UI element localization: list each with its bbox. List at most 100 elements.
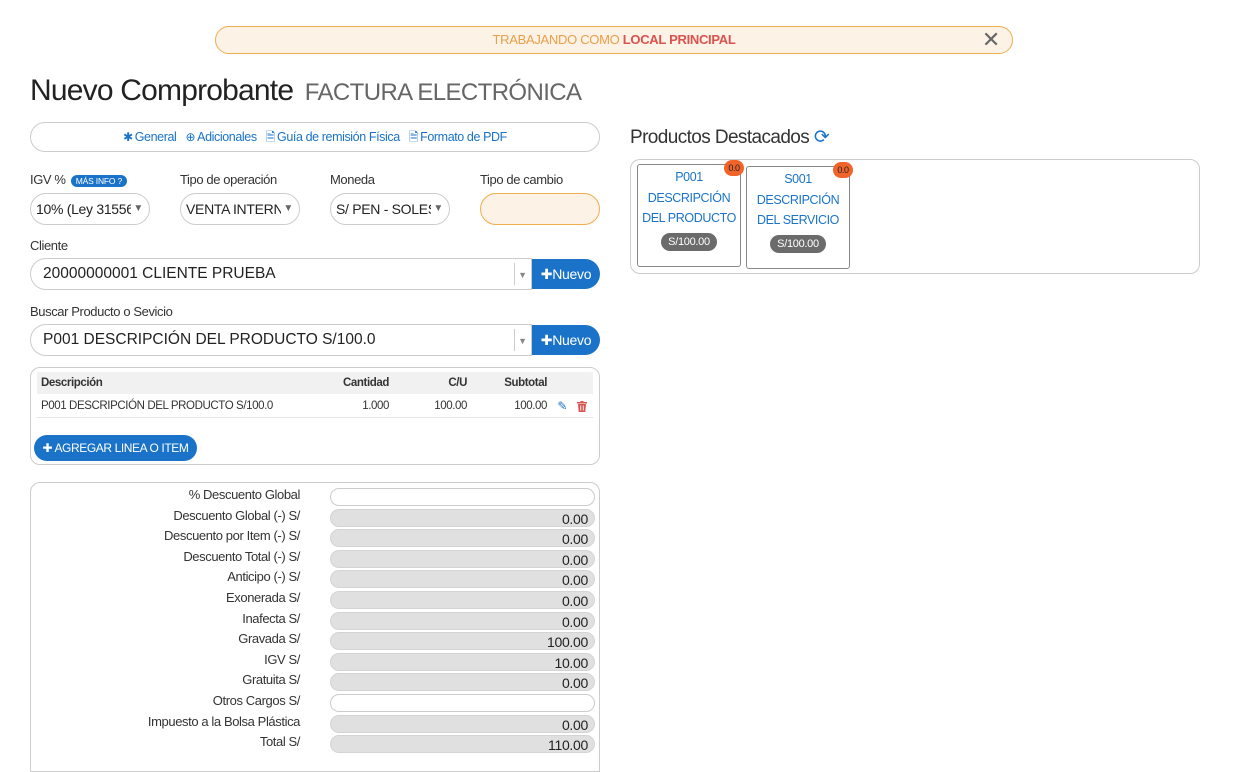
total-label: % Descuento Global <box>188 487 301 502</box>
card-desc-line2: DEL PRODUCTO <box>642 211 736 225</box>
col-cantidad: Cantidad <box>343 377 389 389</box>
tab-formato-pdf[interactable]: 🗎 Formato de PDF <box>409 130 507 144</box>
tipo-cambio-input[interactable] <box>480 193 600 225</box>
form-tabs: ✱ General ⊕ Adicionales 🗎 Guía de remisión … <box>30 122 600 152</box>
new-client-label: Nuevo <box>552 266 592 282</box>
moneda-label: Moneda <box>330 172 375 187</box>
pencil-icon[interactable]: ✎ <box>557 395 567 417</box>
igv-select[interactable]: 10% (Ley 31556) ▼ <box>30 193 150 225</box>
table-row: P001 DESCRIPCIÓN DEL PRODUCTO S/100.0 1.… <box>37 395 593 418</box>
chevron-down-icon: ▼ <box>431 194 443 224</box>
card-stock-badge: 0.0 <box>833 162 853 178</box>
combo-divider <box>514 329 515 351</box>
items-table-header: Descripción Cantidad C/U Subtotal <box>37 372 593 394</box>
total-value: 110.00 <box>330 735 595 753</box>
tab-label: General <box>134 130 177 144</box>
add-line-button[interactable]: ✚ AGREGAR LINEA O ITEM <box>34 435 197 461</box>
col-cu: C/U <box>448 377 467 389</box>
card-desc-line1: DESCRIPCIÓN <box>647 190 731 205</box>
chevron-down-icon: ▼ <box>518 336 527 346</box>
plus-icon: ✚ <box>540 332 553 348</box>
banner-prefix: TRABAJANDO COMO <box>492 32 620 47</box>
tipo-cambio-label: Tipo de cambio <box>480 172 563 187</box>
total-label: Gravada S/ <box>238 631 300 646</box>
asterisk-icon: ✱ <box>123 130 133 144</box>
card-stock-badge: 0.0 <box>724 160 744 176</box>
tab-guia-remision[interactable]: 🗎 Guía de remisión Física <box>266 130 400 144</box>
question-icon: ? <box>117 175 122 186</box>
cliente-label: Cliente <box>30 238 68 253</box>
total-label: Gratuita S/ <box>242 672 300 687</box>
mas-info-text: MÁS INFO <box>75 175 116 186</box>
total-label: Descuento Global (-) S/ <box>173 508 300 523</box>
row-subtotal: 100.00 <box>514 400 547 412</box>
chevron-down-icon: ▼ <box>131 194 143 224</box>
total-label: Exonerada S/ <box>226 590 300 605</box>
tab-label: Adicionales <box>197 130 257 144</box>
add-line-label: AGREGAR LINEA O ITEM <box>54 441 189 455</box>
cliente-combobox[interactable]: 20000000001 CLIENTE PRUEBA ▼ <box>30 258 532 290</box>
col-subtotal: Subtotal <box>504 377 547 389</box>
featured-product-card[interactable]: S001 DESCRIPCIÓN DEL SERVICIO S/100.00 0… <box>746 162 853 269</box>
plus-circle-icon: ⊕ <box>185 130 196 144</box>
total-label: Otros Cargos S/ <box>212 693 301 708</box>
document-icon: 🗎 <box>265 130 276 144</box>
row-cu: 100.00 <box>434 400 467 412</box>
total-input[interactable] <box>330 488 595 506</box>
total-value: 0.00 <box>330 673 595 691</box>
total-label: Inafecta S/ <box>242 611 300 626</box>
igv-label-text: IGV % <box>30 172 66 187</box>
card-price: S/100.00 <box>661 232 717 251</box>
new-client-button[interactable]: ✚Nuevo <box>532 259 600 289</box>
total-label: Anticipo (-) S/ <box>227 569 300 584</box>
working-as-banner: TRABAJANDO COMO LOCAL PRINCIPAL ✕ <box>215 26 1013 54</box>
total-label: Descuento Total (-) S/ <box>183 549 300 564</box>
pdf-file-icon: 🗎 <box>408 130 419 144</box>
plus-icon: ✚ <box>42 441 53 455</box>
close-icon[interactable]: ✕ <box>982 27 1000 53</box>
igv-select-value: 10% (Ley 31556) <box>36 201 139 217</box>
total-value: 0.00 <box>330 612 595 630</box>
total-label: Descuento por Item (-) S/ <box>164 528 300 543</box>
chevron-down-icon: ▼ <box>281 194 293 224</box>
tab-adicionales[interactable]: ⊕ Adicionales <box>185 130 257 144</box>
col-descripcion: Descripción <box>41 377 103 389</box>
chevron-down-icon: ▼ <box>518 270 527 280</box>
producto-value: P001 DESCRIPCIÓN DEL PRODUCTO S/100.0 <box>43 331 376 348</box>
cliente-value: 20000000001 CLIENTE PRUEBA <box>43 265 276 282</box>
total-input[interactable] <box>330 694 595 712</box>
featured-products-title: Productos Destacados ⟳ <box>630 126 830 149</box>
total-value: 0.00 <box>330 509 595 527</box>
tipo-operacion-value: VENTA INTERNA <box>186 201 293 217</box>
tipo-operacion-select[interactable]: VENTA INTERNA ▼ <box>180 193 300 225</box>
moneda-value: S/ PEN - SOLES <box>336 201 437 217</box>
total-value: 0.00 <box>330 550 595 568</box>
tipo-operacion-label: Tipo de operación <box>180 172 277 187</box>
total-label: Total S/ <box>259 734 301 749</box>
tab-general[interactable]: ✱ General <box>123 130 177 144</box>
total-value: 0.00 <box>330 715 595 733</box>
new-product-button[interactable]: ✚Nuevo <box>532 325 600 355</box>
tab-label: Guía de remisión Física <box>277 130 400 144</box>
featured-product-card[interactable]: P001 DESCRIPCIÓN DEL PRODUCTO S/100.00 0… <box>637 160 744 267</box>
mas-info-badge[interactable]: MÁS INFO ? <box>70 174 127 187</box>
featured-products-panel: P001 DESCRIPCIÓN DEL PRODUCTO S/100.00 0… <box>630 159 1200 274</box>
trash-icon[interactable] <box>577 395 587 417</box>
card-desc-line2: DEL SERVICIO <box>756 213 840 227</box>
tab-label: Formato de PDF <box>420 130 507 144</box>
moneda-select[interactable]: S/ PEN - SOLES ▼ <box>330 193 450 225</box>
new-product-label: Nuevo <box>552 332 592 348</box>
total-value: 10.00 <box>330 653 595 671</box>
combo-divider <box>514 263 515 285</box>
total-value: 0.00 <box>330 570 595 588</box>
page-title: Nuevo Comprobante FACTURA ELECTRÓNICA <box>30 74 582 108</box>
refresh-icon[interactable]: ⟳ <box>814 127 830 148</box>
producto-combobox[interactable]: P001 DESCRIPCIÓN DEL PRODUCTO S/100.0 ▼ <box>30 324 532 356</box>
row-cantidad: 1.000 <box>362 400 389 412</box>
total-label: Impuesto a la Bolsa Plástica <box>147 714 301 729</box>
total-value: 0.00 <box>330 591 595 609</box>
igv-label: IGV % MÁS INFO ? <box>30 172 127 187</box>
banner-local: LOCAL PRINCIPAL <box>622 32 736 47</box>
plus-icon: ✚ <box>540 266 553 282</box>
total-label: IGV S/ <box>264 652 300 667</box>
